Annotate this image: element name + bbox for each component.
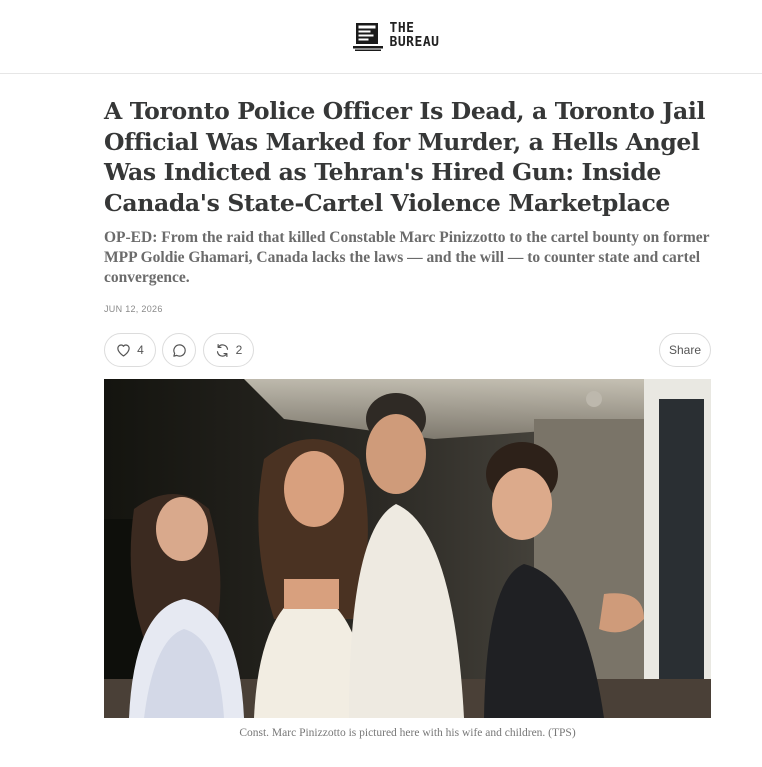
image-caption: Const. Marc Pinizzotto is pictured here … [239, 727, 576, 739]
restack-count: 2 [235, 343, 243, 357]
share-label: Share [668, 343, 702, 357]
post-date: JUN 12, 2026 [104, 304, 163, 314]
brand-name: THE BUREAU [389, 20, 440, 50]
post-header: A Toronto Police Officer Is Dead, a Toro… [104, 96, 714, 314]
post-subtitle: OP-ED: From the raid that killed Constab… [104, 229, 710, 286]
restack-icon [216, 343, 228, 357]
computer-monitor-icon [352, 22, 383, 51]
restack-button[interactable]: 2 [203, 333, 254, 367]
post-actions: 4 2 Share [104, 333, 711, 367]
family-photo [104, 379, 711, 718]
brand-line-1: THE [389, 20, 415, 36]
brand-line-2: BUREAU [389, 34, 440, 50]
share-button[interactable]: Share [659, 333, 711, 367]
brand-logo[interactable]: THE BUREAU [352, 20, 440, 51]
like-count: 4 [137, 343, 144, 357]
post-title: A Toronto Police Officer Is Dead, a Toro… [104, 97, 706, 217]
comment-button[interactable] [162, 333, 196, 367]
heart-icon [117, 344, 130, 357]
site-header: THE BUREAU [0, 0, 762, 74]
comment-icon [172, 343, 186, 357]
post-image[interactable] [104, 379, 711, 718]
like-button[interactable]: 4 [104, 333, 156, 367]
